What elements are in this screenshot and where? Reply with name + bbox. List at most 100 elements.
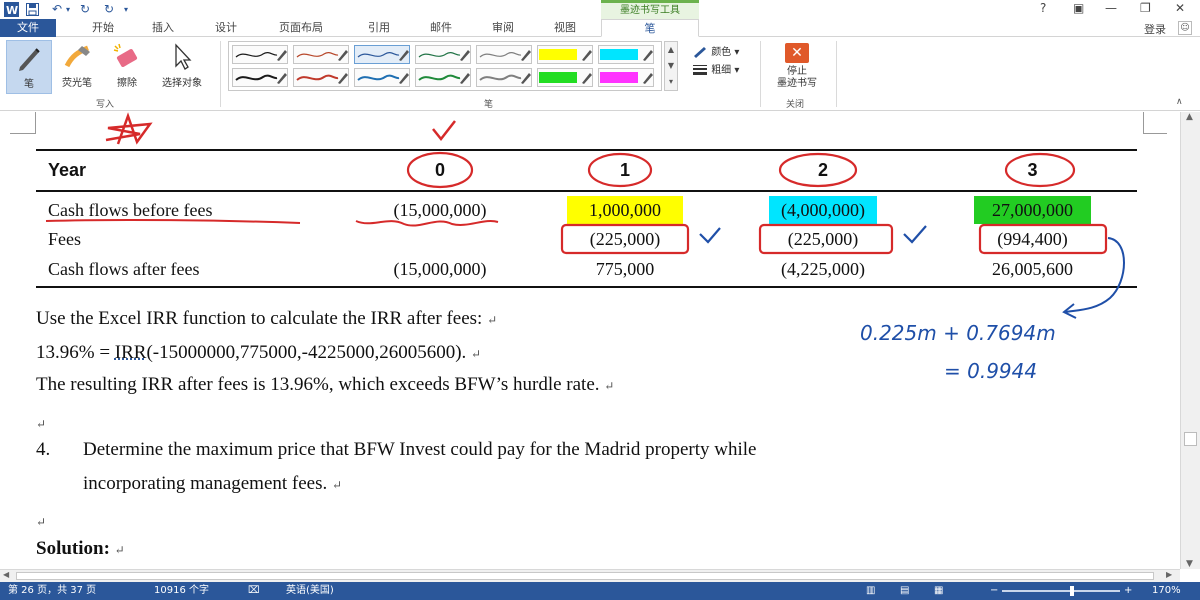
pen-icon xyxy=(19,48,40,71)
pen-swatch[interactable] xyxy=(354,68,410,87)
undo-dropdown-icon[interactable]: ▾ xyxy=(66,5,70,14)
pen-swatch[interactable] xyxy=(476,45,532,64)
zoom-out-icon[interactable]: − xyxy=(990,582,998,600)
horizontal-scrollbar[interactable]: ◀ ▶ xyxy=(0,569,1180,582)
tab-review[interactable]: 审阅 xyxy=(480,19,526,37)
paragraph-irr-intro: Use the Excel IRR function to calculate … xyxy=(36,308,497,330)
highlighter-icon xyxy=(64,45,90,68)
tab-file[interactable]: 文件 xyxy=(0,19,56,37)
tab-layout[interactable]: 页面布局 xyxy=(266,19,336,37)
thickness-dropdown[interactable]: 粗细 ▾ xyxy=(692,61,739,76)
account-icon[interactable]: ☺ xyxy=(1178,21,1192,35)
pen-stroke-icon xyxy=(479,73,531,84)
pen-swatch[interactable] xyxy=(232,68,288,87)
pen-swatch[interactable] xyxy=(598,68,654,87)
tab-mailings[interactable]: 邮件 xyxy=(418,19,464,37)
zoom-slider-thumb[interactable] xyxy=(1070,586,1074,596)
document-page[interactable]: Year 0 1 2 3 Cash flows before fees (15,… xyxy=(0,112,1180,569)
ribbon-separator xyxy=(760,41,761,107)
thickness-label: 粗细 ▾ xyxy=(711,65,740,76)
scroll-down-icon[interactable]: ▼ xyxy=(1186,559,1193,569)
pen-tool-button[interactable]: 笔 xyxy=(6,40,52,94)
question-number: 4. xyxy=(36,439,51,460)
help-icon[interactable]: ? xyxy=(1040,1,1046,15)
ink-arrow-head xyxy=(1062,303,1077,319)
question-line-1: Determine the maximum price that BFW Inv… xyxy=(83,439,757,460)
select-objects-button[interactable]: 选择对象 xyxy=(152,40,212,94)
restore-icon[interactable]: ❐ xyxy=(1140,1,1151,15)
print-layout-icon[interactable]: ▤ xyxy=(900,582,909,600)
scroll-up-icon[interactable]: ▲ xyxy=(1186,112,1193,122)
customize-toolbar-icon[interactable]: ▾ xyxy=(124,5,128,14)
horizontal-scroll-thumb[interactable] xyxy=(16,572,1154,580)
sign-in-link[interactable]: 登录 xyxy=(1144,21,1166,37)
title-bar: W ↶ ▾ ↻ ↻ ▾ 墨迹书写工具 ? ▣ — ❐ ✕ xyxy=(0,0,1200,19)
tab-home[interactable]: 开始 xyxy=(80,19,126,37)
gallery-scroll[interactable]: ▲ ▼ ▾ xyxy=(664,41,678,91)
irr-result-text: The resulting IRR after fees is 13.96%, … xyxy=(36,374,600,395)
highlighter-tool-button[interactable]: 荧光笔 xyxy=(54,40,100,94)
zoom-level[interactable]: 170% xyxy=(1152,582,1181,600)
pen-swatch[interactable] xyxy=(476,68,532,87)
cell-before-2: (4,000,000) xyxy=(718,190,928,224)
vertical-scroll-thumb[interactable] xyxy=(1184,432,1197,446)
proofing-icon[interactable]: ⌧ xyxy=(248,582,260,600)
web-layout-icon[interactable]: ▦ xyxy=(934,582,943,600)
pen-swatch[interactable] xyxy=(598,45,654,64)
read-mode-icon[interactable]: ▥ xyxy=(866,582,875,600)
redo-icon[interactable]: ↻ xyxy=(80,2,90,16)
minimize-icon[interactable]: — xyxy=(1105,1,1117,15)
close-icon[interactable]: ✕ xyxy=(1175,1,1185,15)
tab-insert[interactable]: 插入 xyxy=(140,19,186,37)
repeat-icon[interactable]: ↻ xyxy=(104,2,114,16)
pen-stroke-icon xyxy=(235,50,287,61)
word-count[interactable]: 10916 个字 xyxy=(154,582,209,600)
irr-formula-args: (-15000000,775000,-4225000,26005600). xyxy=(146,342,467,363)
pen-group-label: 笔 xyxy=(484,100,494,110)
color-dropdown[interactable]: 颜色 ▾ xyxy=(692,43,739,58)
undo-icon[interactable]: ↶ xyxy=(52,2,62,16)
gallery-down-icon[interactable]: ▼ xyxy=(665,58,677,74)
close-group-label: 关闭 xyxy=(786,100,805,110)
paragraph-mark: ↵ xyxy=(332,478,343,492)
save-icon[interactable] xyxy=(26,3,39,16)
language-status[interactable]: 英语(美国) xyxy=(286,582,334,600)
ribbon-separator xyxy=(220,41,221,107)
select-objects-label: 选择对象 xyxy=(162,78,202,89)
pen-swatch[interactable] xyxy=(537,68,593,87)
pen-stroke-icon xyxy=(479,50,531,61)
vertical-scrollbar[interactable]: ▲ ▼ xyxy=(1180,112,1200,569)
page-count[interactable]: 第 26 页，共 37 页 xyxy=(8,582,96,600)
table-row: Cash flows before fees (15,000,000) 1,00… xyxy=(36,190,1137,224)
tab-view[interactable]: 视图 xyxy=(542,19,588,37)
tab-references[interactable]: 引用 xyxy=(356,19,402,37)
header-year-0: 0 xyxy=(434,159,445,180)
table-header-rule xyxy=(36,190,1137,192)
cell-fees-0 xyxy=(348,224,532,254)
pen-gallery xyxy=(228,41,662,91)
stop-inking-icon: ✕ xyxy=(785,43,809,63)
gallery-more-icon[interactable]: ▾ xyxy=(665,74,677,90)
gallery-up-icon[interactable]: ▲ xyxy=(665,42,677,58)
pen-tool-label: 笔 xyxy=(24,79,34,90)
pen-swatch[interactable] xyxy=(537,45,593,64)
pen-swatch[interactable] xyxy=(415,68,471,87)
pen-swatch[interactable] xyxy=(354,45,410,64)
tab-design[interactable]: 设计 xyxy=(203,19,249,37)
eraser-icon xyxy=(113,43,138,67)
ribbon-display-icon[interactable]: ▣ xyxy=(1073,1,1084,15)
collapse-ribbon-icon[interactable]: ∧ xyxy=(1176,97,1183,107)
stop-inking-button[interactable]: ✕ 停止 墨迹书写 xyxy=(768,43,826,99)
word-logo-icon[interactable]: W xyxy=(4,2,19,17)
zoom-in-icon[interactable]: + xyxy=(1124,582,1132,600)
pen-swatch[interactable] xyxy=(293,68,349,87)
irr-function-name: IRR xyxy=(114,342,147,363)
eraser-tool-button[interactable]: 擦除 xyxy=(104,40,150,94)
zoom-slider[interactable] xyxy=(1002,590,1120,592)
scroll-right-icon[interactable]: ▶ xyxy=(1166,570,1172,579)
scroll-left-icon[interactable]: ◀ xyxy=(3,570,9,579)
pen-swatch[interactable] xyxy=(232,45,288,64)
pen-swatch[interactable] xyxy=(415,45,471,64)
pen-swatch[interactable] xyxy=(293,45,349,64)
tab-pen[interactable]: 笔 xyxy=(601,19,699,37)
